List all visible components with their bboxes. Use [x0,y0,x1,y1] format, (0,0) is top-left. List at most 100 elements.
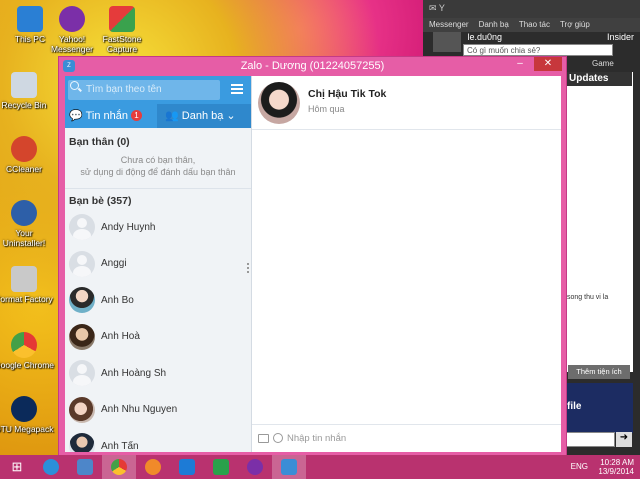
desktop-icon-dtu[interactable]: DTU Megapack [0,396,54,434]
yahoo-ad[interactable]: file [565,383,633,433]
taskbar-chrome[interactable] [102,455,136,479]
chat-header: Chị Hậu Tik Tok Hôm qua [252,76,561,130]
tab-messages[interactable]: 💬 Tin nhắn 1 [65,104,157,128]
taskbar-store[interactable] [204,455,238,479]
contact-item[interactable]: Anh Nhu Nguyen [65,392,251,429]
taskbar-zalo[interactable] [272,455,306,479]
chat-bubble-icon: 💬 [69,110,83,122]
splitter-handle[interactable] [247,263,250,273]
contact-name: Anh Nhu Nguyen [101,404,178,416]
desktop-icon-label: FastStone Capture [102,34,142,54]
contact-item[interactable]: Anh Hoàng Sh [65,355,251,392]
ccleaner-icon [11,136,37,162]
yahoo-menu-item[interactable]: Messenger [429,20,469,30]
folder-icon [77,459,93,475]
tab-contacts[interactable]: 👥 Danh bạ ⌄ [157,104,251,128]
zalo-icon [281,459,297,475]
zalo-logo-icon: Z [63,60,75,72]
desktop-icon-label: Your Uninstaller! [2,228,46,248]
avatar [69,214,95,241]
image-icon[interactable] [258,434,269,443]
yahoo-updates-header: Updates [566,72,632,86]
arc-icon [145,459,161,475]
contact-item[interactable]: Anh Hoà [65,319,251,356]
yahoo-username[interactable]: le.du0ng [468,32,503,42]
zalo-sidebar-header: Tìm bạn theo tên 💬 Tin nhắn 1 👥 Danh bạ … [65,76,251,128]
contact-name: Anh Bo [101,294,134,306]
desktop-icon-uninstaller[interactable]: Your Uninstaller! [0,200,54,248]
taskbar-explorer[interactable] [68,455,102,479]
yahoo-messenger-icon [59,6,85,32]
message-input[interactable]: Nhập tin nhắn [287,433,346,444]
taskbar-yahoo[interactable] [238,455,272,479]
computer-icon [17,6,43,32]
desktop-icon-chrome[interactable]: Google Chrome [0,332,54,370]
desktop-icon-label: DTU Megapack [0,424,54,434]
empty-text-line: sử dụng di động để đánh dấu bạn thân [80,167,236,177]
yahoo-menu-item[interactable]: Trợ giúp [560,20,590,30]
desktop-icon-label: Google Chrome [0,360,55,370]
compose-bar: Nhập tin nhắn [252,424,561,452]
taskbar-teamviewer[interactable] [170,455,204,479]
unread-badge: 1 [131,110,143,121]
contact-name: Anggi [101,258,127,270]
zalo-window-title: Zalo - Dương (01224057255) [240,60,385,72]
uninstaller-icon [11,200,37,226]
yahoo-insider[interactable]: Insider [607,32,634,42]
taskbar-app[interactable] [136,455,170,479]
friends-header: Bạn bè (357) [69,195,132,207]
avatar [69,323,95,350]
empty-text-line: Chưa có bạn thân, [120,155,196,165]
friends-list: Andy Huynh Anggi Anh Bo Anh Hoà Anh Hoàn… [65,209,251,452]
start-button[interactable]: ⊞ [0,455,34,479]
desktop-icon-ccleaner[interactable]: CCleaner [0,136,54,174]
clock-date: 13/9/2014 [598,467,634,476]
arrow-right-icon[interactable]: ➜ [616,432,632,447]
desktop-icon-faststone[interactable]: FastStone Capture [92,6,152,54]
recycle-bin-icon [11,72,37,98]
yahoo-search-input[interactable] [565,432,615,447]
yahoo-ad-text: file [567,401,582,412]
zalo-title-bar: Z Zalo - Dương (01224057255) – ▫ ✕ [59,57,566,75]
chat-contact-name[interactable]: Chị Hậu Tik Tok [308,88,386,100]
avatar[interactable] [258,82,300,124]
desktop-icon-label: Format Factory [0,294,53,304]
contact-item[interactable]: Andy Huynh [65,209,251,246]
clock[interactable]: 10:28 AM 13/9/2014 [598,458,634,476]
contact-name: Anh Hoàng Sh [101,367,167,379]
taskbar-ie[interactable] [34,455,68,479]
contact-item[interactable]: Anh Bo [65,282,251,319]
internet-explorer-icon [43,459,59,475]
chat-last-seen: Hôm qua [308,104,345,114]
yahoo-status-input[interactable]: Có gì muốn chia sẻ? [463,44,613,56]
message-area [252,130,561,422]
close-friends-header: Bạn thân (0) [69,136,130,148]
menu-icon[interactable] [231,84,243,94]
close-icon[interactable]: ✕ [534,57,562,71]
contact-item[interactable]: Anggi [65,246,251,283]
emoji-icon[interactable] [273,433,283,443]
teamviewer-icon [179,459,195,475]
chrome-icon [111,459,127,475]
faststone-icon [109,6,135,32]
yahoo-messenger-icon [247,459,263,475]
zalo-sidebar: Tìm bạn theo tên 💬 Tin nhắn 1 👥 Danh bạ … [65,76,251,452]
desktop-icon-format-factory[interactable]: Format Factory [0,266,54,304]
avatar [69,396,95,423]
yahoo-avatar[interactable] [433,32,461,52]
contact-name: Anh Tấn [101,440,139,452]
yahoo-add-plugin-button[interactable]: Thêm tiện ích [568,365,630,379]
search-input[interactable]: Tìm bạn theo tên [68,80,220,100]
yahoo-snippet: song thu vi la [567,294,609,301]
contact-item[interactable]: Anh Tấn [65,428,251,452]
desktop-icon-recycle-bin[interactable]: Recycle Bin [0,72,54,110]
format-factory-icon [11,266,37,292]
yahoo-game-tab[interactable]: Game [592,59,614,68]
avatar [69,287,95,314]
contact-name: Andy Huynh [101,221,156,233]
tab-contacts-label: Danh bạ [181,110,224,122]
yahoo-menu-item[interactable]: Thao tác [519,20,550,30]
language-indicator[interactable]: ENG [571,462,588,471]
yahoo-menu-item[interactable]: Danh bạ [479,20,509,30]
avatar [69,433,95,452]
